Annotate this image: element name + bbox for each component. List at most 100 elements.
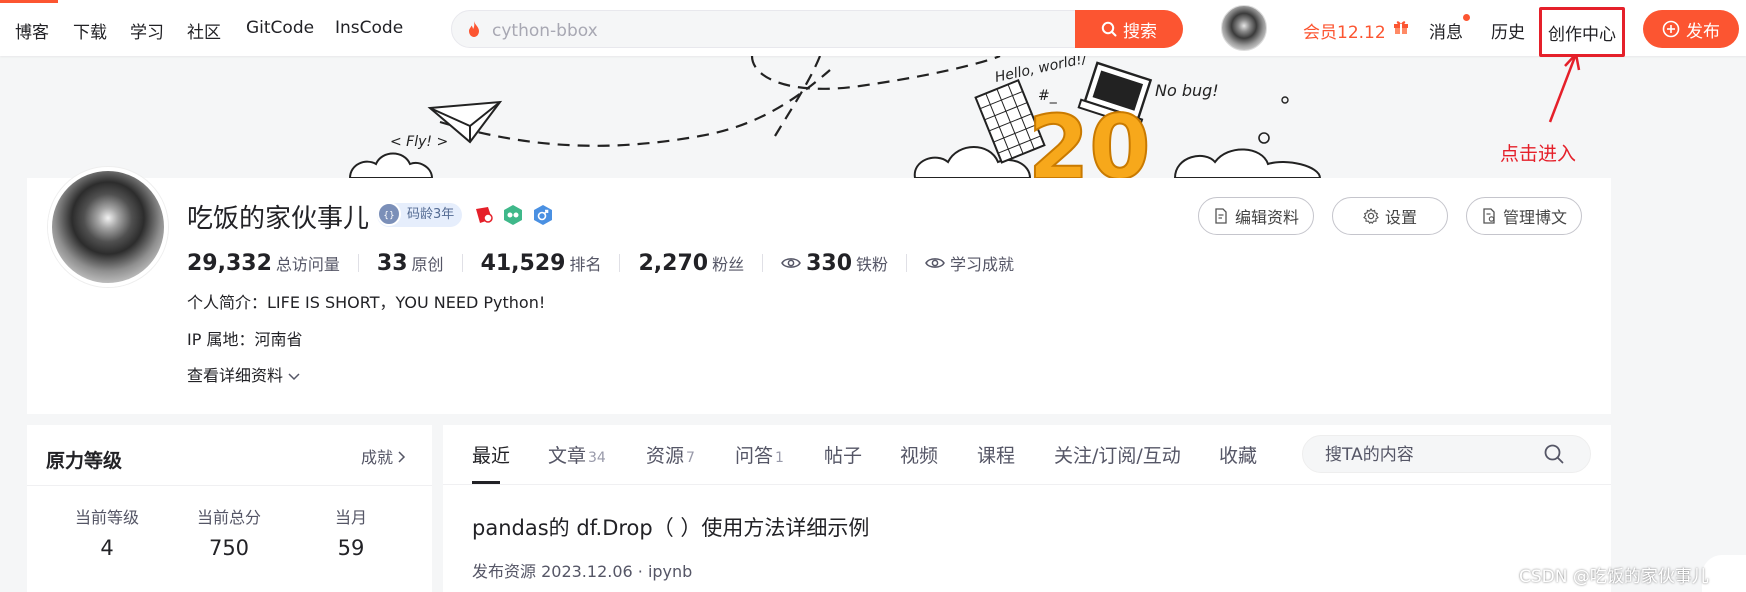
search-icon[interactable]	[1543, 443, 1565, 465]
stat-iron-fans-value: 330	[806, 250, 853, 276]
nav-item-learn[interactable]: 学习	[130, 18, 164, 43]
stat-iron-fans-label: 铁粉	[856, 254, 889, 274]
search-bar	[451, 10, 1183, 48]
tab-follow[interactable]: 关注/订阅/互动	[1054, 441, 1181, 468]
history-link[interactable]: 历史	[1491, 18, 1525, 43]
profile-avatar[interactable]	[48, 167, 168, 287]
unread-dot	[1463, 14, 1470, 21]
tab-courses[interactable]: 课程	[977, 441, 1015, 468]
manage-posts-button[interactable]: 管理博文	[1466, 197, 1582, 235]
stat-original-label: 原创	[411, 254, 444, 274]
tab-videos[interactable]: 视频	[900, 441, 938, 468]
logo-accent-bar	[0, 0, 58, 3]
stat-rank-label: 排名	[569, 254, 602, 274]
tab-qa-label: 问答	[735, 445, 774, 467]
stat-views: 29,332 总访问量	[187, 251, 340, 276]
view-details-label: 查看详细资料	[187, 366, 284, 385]
stat-divider	[461, 254, 463, 272]
nav-item-inscode[interactable]: InsCode	[335, 18, 403, 38]
stat-fans[interactable]: 2,270 粉丝	[638, 251, 744, 276]
tab-qa[interactable]: 问答 1	[735, 441, 784, 468]
svg-text:{}: {}	[383, 211, 394, 221]
search-icon	[1101, 21, 1117, 37]
stat-original[interactable]: 33 原创	[377, 251, 444, 276]
svg-text:#_: #_	[1038, 88, 1058, 104]
gender-male-icon	[534, 205, 552, 225]
tab-posts[interactable]: 帖子	[824, 441, 862, 468]
top-navbar: 博客 下载 学习 社区 GitCode InsCode 搜索 会员12.12 消…	[0, 0, 1746, 57]
nav-item-download[interactable]: 下载	[73, 18, 107, 43]
creation-center-label: 创作中心	[1548, 24, 1616, 45]
fly-text: < Fly! >	[390, 134, 448, 150]
user-content-search-input[interactable]	[1323, 444, 1533, 466]
nav-item-community[interactable]: 社区	[187, 18, 221, 43]
messages-link[interactable]: 消息	[1429, 18, 1463, 43]
nav-item-blog[interactable]: 博客	[15, 18, 49, 43]
tab-recent-label: 最近	[472, 445, 511, 467]
stat-divider	[762, 254, 764, 272]
tabs-divider	[443, 484, 1611, 485]
stat-achievement-label: 学习成就	[950, 255, 1015, 274]
tab-articles-label: 文章	[548, 445, 587, 467]
tab-recent[interactable]: 最近	[472, 441, 510, 468]
manage-doc-icon	[1483, 208, 1495, 224]
level-current-label: 当前等级	[74, 508, 139, 527]
edit-profile-button[interactable]: 编辑资料	[1198, 197, 1314, 235]
nav-item-gitcode[interactable]: GitCode	[246, 18, 314, 38]
article-title[interactable]: pandas的 df.Drop（ ）使用方法详细示例	[472, 512, 869, 542]
level-month-value: 59	[337, 536, 365, 560]
user-name: 吃饭的家伙事儿	[187, 204, 370, 234]
stat-original-value: 33	[376, 250, 408, 276]
edit-profile-label: 编辑资料	[1234, 208, 1299, 227]
settings-button[interactable]: 设置	[1332, 197, 1448, 235]
stat-iron-fans[interactable]: 330 铁粉	[781, 251, 888, 276]
power-level-title: 原力等级	[46, 450, 123, 472]
achievement-link[interactable]: 成就	[361, 444, 406, 468]
profile-bio: 个人简介：LIFE IS SHORT，YOU NEED Python!	[187, 293, 546, 312]
stat-fans-label: 粉丝	[712, 254, 745, 274]
view-details-link[interactable]: 查看详细资料	[187, 362, 300, 386]
blog-expert-icon	[476, 207, 493, 223]
user-avatar[interactable]	[1221, 5, 1267, 51]
gift-icon	[1394, 21, 1408, 34]
tab-favorites[interactable]: 收藏	[1219, 441, 1257, 468]
chevron-right-icon	[398, 451, 406, 463]
flame-icon	[469, 21, 479, 37]
stat-views-value: 29,332	[187, 250, 272, 276]
code-age-icon: {}	[377, 202, 401, 226]
profile-ip: IP 属地：河南省	[187, 330, 303, 349]
level-score-value: 750	[208, 536, 250, 560]
tab-resources-label: 资源	[646, 445, 685, 467]
gear-icon	[1363, 208, 1379, 224]
csdn-watermark: CSDN @吃饭的家伙事儿	[1519, 567, 1709, 587]
search-button[interactable]: 搜索	[1075, 10, 1183, 48]
vip-link[interactable]: 会员12.12	[1303, 18, 1386, 43]
creation-center-link[interactable]: 创作中心	[1539, 7, 1625, 57]
level-current: 当前等级 4	[47, 504, 167, 560]
achievement-link-label: 成就	[361, 448, 394, 467]
community-icon	[504, 205, 522, 225]
tab-articles-count: 34	[588, 450, 606, 466]
annotation-arrow	[1548, 56, 1581, 123]
nobug-text: No bug!	[1155, 81, 1219, 100]
stat-achievement[interactable]: 学习成就	[925, 251, 1014, 275]
annotation-text: 点击进入	[1500, 143, 1577, 165]
sidebar-divider	[27, 485, 432, 486]
tab-resources[interactable]: 资源 7	[646, 441, 695, 468]
tab-articles[interactable]: 文章 34	[548, 441, 606, 468]
search-input[interactable]	[490, 20, 1090, 42]
level-month: 当月 59	[291, 504, 411, 560]
publish-button[interactable]: 发布	[1643, 10, 1739, 48]
banner-20: 20	[1028, 96, 1150, 178]
banner-illustration: < Fly! > 20 Hello, world!/ No bug! #_	[348, 56, 1581, 178]
level-current-value: 4	[100, 536, 114, 560]
profile-banner: < Fly! > 20 Hello, world!/ No bug! #_	[0, 56, 1746, 178]
manage-posts-label: 管理博文	[1502, 208, 1567, 227]
chevron-down-icon	[288, 373, 300, 381]
level-score-label: 当前总分	[196, 508, 261, 527]
search-button-label: 搜索	[1123, 21, 1157, 42]
stat-divider	[357, 254, 359, 272]
stat-rank[interactable]: 41,529 排名	[481, 251, 602, 276]
edit-doc-icon	[1215, 208, 1227, 224]
tab-resources-count: 7	[686, 450, 695, 466]
